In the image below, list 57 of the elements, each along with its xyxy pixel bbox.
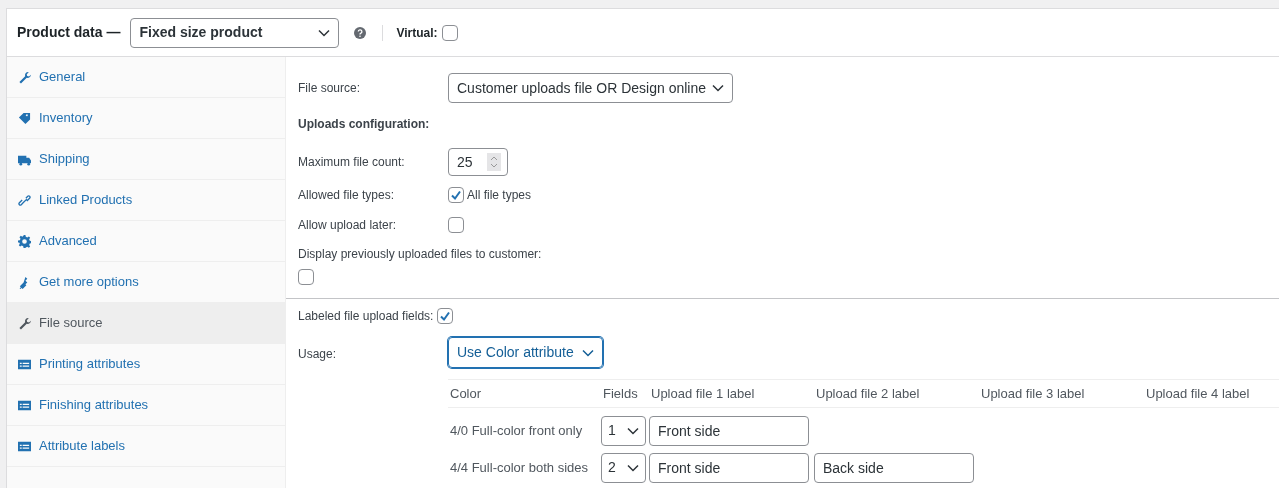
card-icon bbox=[18, 357, 31, 371]
chevron-icon bbox=[318, 28, 331, 37]
sidebar-tab[interactable]: Printing attributes bbox=[7, 344, 285, 385]
product-type-select[interactable]: Fixed size product bbox=[130, 17, 340, 48]
field-label: Maximum file count: bbox=[298, 154, 406, 171]
all-file-types-checkbox[interactable] bbox=[448, 187, 464, 203]
virtual-checkbox[interactable] bbox=[441, 24, 458, 41]
gear-icon bbox=[18, 234, 31, 248]
fields-select[interactable]: 1 bbox=[601, 415, 646, 446]
sidebar-tab[interactable]: Advanced bbox=[7, 221, 285, 262]
tag-icon bbox=[18, 111, 31, 125]
table-cell-text: 4/0 Full-color front only bbox=[449, 421, 584, 440]
usage-select[interactable]: Use Color attribute bbox=[448, 337, 603, 368]
field-label: Labeled file upload fields: bbox=[298, 308, 434, 325]
column-header: Color bbox=[449, 384, 483, 403]
wrench-icon bbox=[18, 70, 31, 84]
sidebar-tab[interactable]: Inventory bbox=[7, 98, 285, 139]
file-source-select[interactable]: Customer uploads file OR Design online bbox=[448, 73, 733, 103]
panel-title: Product data — bbox=[17, 23, 121, 42]
chevron-icon bbox=[581, 348, 594, 357]
field-label: Allow upload later: bbox=[298, 217, 398, 234]
labeled-fields-checkbox[interactable] bbox=[437, 308, 454, 324]
sidebar-tab[interactable]: Shipping bbox=[7, 139, 285, 180]
sidebar-tab[interactable]: Linked Products bbox=[7, 180, 285, 221]
field-label: Display previously uploaded files to customer: bbox=[297, 246, 543, 263]
column-header: Upload file 3 label bbox=[980, 384, 1086, 403]
chevron-icon bbox=[627, 463, 639, 472]
chevron-icon bbox=[712, 84, 724, 92]
chevron-icon bbox=[627, 426, 639, 435]
label-input[interactable]: Back side bbox=[814, 452, 974, 483]
column-header: Upload file 1 label bbox=[650, 384, 756, 403]
fields-select[interactable]: 2 bbox=[601, 452, 646, 483]
sidebar-tab[interactable]: General bbox=[7, 57, 285, 98]
number-field[interactable]: 25 bbox=[448, 148, 508, 176]
field-label: File source: bbox=[298, 80, 362, 97]
column-header: Upload file 4 label bbox=[1145, 384, 1251, 403]
option-label: All file types bbox=[467, 187, 532, 204]
card-icon bbox=[18, 398, 31, 412]
label-input[interactable]: Front side bbox=[649, 452, 809, 483]
upload-later-checkbox[interactable] bbox=[448, 217, 464, 233]
sidebar-tab[interactable]: Finishing attributes bbox=[7, 385, 285, 426]
card-icon bbox=[18, 439, 31, 453]
field-label: Allowed file types: bbox=[298, 187, 396, 204]
table-cell-text: 4/4 Full-color both sides bbox=[449, 458, 589, 477]
help-icon[interactable] bbox=[354, 26, 367, 39]
virtual-label: Virtual: bbox=[396, 24, 438, 42]
column-header: Upload file 2 label bbox=[815, 384, 921, 403]
sidebar-tab[interactable]: File source bbox=[7, 303, 285, 344]
link-icon bbox=[18, 193, 31, 207]
label-input[interactable]: Front side bbox=[649, 415, 809, 446]
stepper-icon[interactable] bbox=[487, 153, 501, 171]
section-heading: Uploads configuration: bbox=[297, 116, 431, 133]
field-label: Usage: bbox=[298, 346, 338, 363]
column-header: Fields bbox=[602, 384, 639, 403]
display-files-checkbox[interactable] bbox=[298, 269, 314, 285]
wrench-icon bbox=[18, 316, 31, 330]
sidebar-tab[interactable]: Attribute labels bbox=[7, 426, 285, 467]
